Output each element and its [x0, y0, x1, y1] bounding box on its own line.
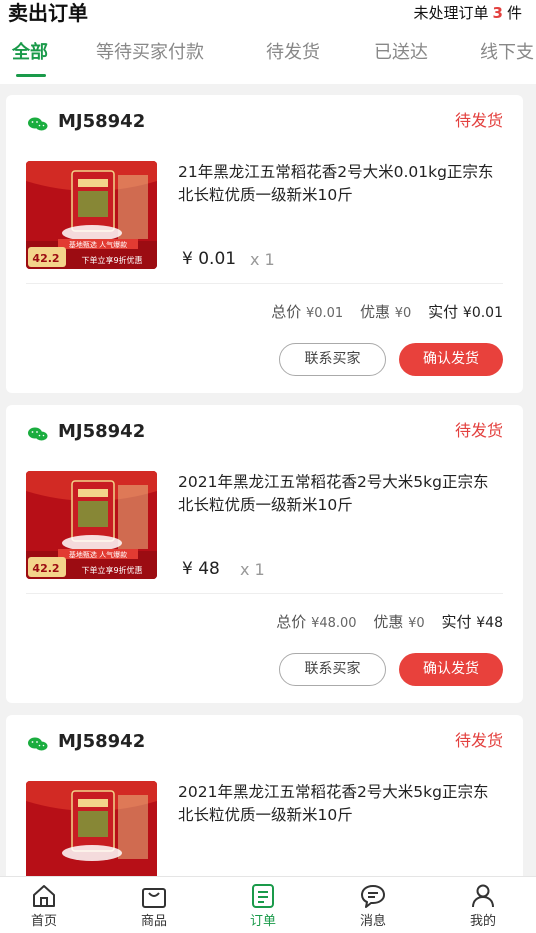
rice-product-image: [26, 781, 157, 889]
page-title: 卖出订单: [8, 1, 88, 25]
order-header: MJ58942 待发货: [6, 95, 523, 135]
order-icon: [252, 884, 274, 908]
wechat-icon: [28, 737, 48, 751]
order-status-tabs: 全部 等待买家付款 待发货 已送达 线下支: [0, 38, 536, 78]
pending-orders-summary: 未处理订单 3 件: [414, 2, 522, 24]
divider: [26, 593, 503, 594]
nav-orders-label: 订单: [249, 914, 276, 929]
order-totals: 总价 ¥0.01 优惠 ¥0 实付 ¥0.01: [271, 301, 503, 325]
discount-label: 优惠: [359, 303, 390, 321]
nav-orders[interactable]: 订单: [223, 877, 303, 933]
title-bar: 卖出订单 未处理订单 3 件: [0, 0, 536, 28]
nav-messages[interactable]: 消息: [333, 877, 413, 933]
nav-profile-label: 我的: [469, 914, 496, 929]
nav-products-label: 商品: [140, 914, 167, 929]
discount-label: 优惠: [373, 613, 404, 631]
product-name[interactable]: 21年黑龙江五常稻花香2号大米0.01kg正宗东北长粒优质一级新米10斤: [178, 161, 498, 207]
home-icon: [33, 885, 55, 907]
total-label: 总价: [271, 303, 302, 321]
thumb-promo-text: 下单立享9折优惠: [81, 565, 142, 575]
thumb-promo-text: 下单立享9折优惠: [81, 255, 142, 265]
pending-unit: 件: [506, 4, 522, 22]
rice-product-image: 基地甄选 人气爆款 42.2 下单立享9折优惠: [26, 161, 157, 269]
active-tab-indicator: [16, 74, 46, 77]
tab-awaiting-payment[interactable]: 等待买家付款: [96, 38, 204, 68]
product-name[interactable]: 2021年黑龙江五常稻花香2号大米5kg正宗东北长粒优质一级新米10斤: [178, 471, 498, 517]
pending-count: 3: [492, 4, 503, 22]
product-price: ¥ 0.01: [182, 249, 237, 269]
pending-label: 未处理订单: [413, 4, 489, 22]
order-status: 待发货: [454, 731, 503, 750]
contact-buyer-button[interactable]: 联系买家: [279, 653, 386, 686]
product-quantity: x 1: [250, 250, 275, 269]
product-quantity: x 1: [240, 560, 265, 579]
product-thumbnail[interactable]: [26, 781, 157, 889]
confirm-shipment-button[interactable]: 确认发货: [399, 653, 503, 686]
product-thumbnail[interactable]: 基地甄选 人气爆款 42.2 下单立享9折优惠: [26, 161, 157, 269]
paid-label: 实付: [428, 303, 459, 321]
nav-home[interactable]: 首页: [4, 877, 84, 933]
order-status: 待发货: [454, 421, 503, 440]
rice-product-image: 基地甄选 人气爆款 42.2 下单立享9折优惠: [26, 471, 157, 579]
thumb-price-tag: 42.2: [32, 562, 59, 575]
order-card[interactable]: MJ58942 待发货 基地甄选 人气爆款 42.2 下单立享9折优惠 2021…: [6, 405, 523, 703]
total-label: 总价: [276, 613, 307, 631]
order-status: 待发货: [454, 111, 503, 130]
tab-all[interactable]: 全部: [12, 38, 48, 68]
product-name[interactable]: 2021年黑龙江五常稻花香2号大米5kg正宗东北长粒优质一级新米10斤: [178, 781, 498, 827]
tab-to-ship[interactable]: 待发货: [266, 38, 320, 68]
profile-icon: [472, 884, 494, 908]
paid-value: ¥0.01: [462, 305, 503, 321]
discount-value: ¥0: [408, 616, 425, 631]
order-id: MJ58942: [58, 421, 146, 442]
nav-home-label: 首页: [30, 914, 57, 929]
wechat-icon: [28, 117, 48, 131]
order-totals: 总价 ¥48.00 优惠 ¥0 实付 ¥48: [276, 611, 503, 635]
nav-products[interactable]: 商品: [114, 877, 194, 933]
order-id: MJ58942: [58, 111, 146, 132]
divider: [26, 283, 503, 284]
paid-value: ¥48: [476, 615, 503, 631]
banner-text: 基地甄选 人气爆款: [69, 550, 127, 559]
order-header: MJ58942 待发货: [6, 715, 523, 755]
banner-text: 基地甄选 人气爆款: [69, 240, 127, 249]
contact-buyer-button[interactable]: 联系买家: [279, 343, 386, 376]
thumb-price-tag: 42.2: [32, 252, 59, 265]
discount-value: ¥0: [394, 306, 412, 321]
tab-delivered[interactable]: 已送达: [374, 38, 428, 68]
message-icon: [361, 885, 385, 908]
order-card[interactable]: MJ58942 待发货 基地甄选 人气爆款 42.2 下单立享9折优惠 21年黑…: [6, 95, 523, 393]
tab-offline[interactable]: 线下支: [480, 38, 534, 68]
paid-label: 实付: [441, 613, 472, 631]
order-header: MJ58942 待发货: [6, 405, 523, 445]
order-id: MJ58942: [58, 731, 146, 752]
product-thumbnail[interactable]: 基地甄选 人气爆款 42.2 下单立享9折优惠: [26, 471, 157, 579]
bottom-nav: 首页 商品 订单 消息 我的: [0, 876, 536, 933]
nav-messages-label: 消息: [359, 914, 386, 929]
nav-profile[interactable]: 我的: [443, 877, 523, 933]
product-price: ¥ 48: [182, 559, 220, 579]
wechat-icon: [28, 427, 48, 441]
confirm-shipment-button[interactable]: 确认发货: [399, 343, 503, 376]
bag-icon: [142, 888, 166, 908]
total-value: ¥0.01: [305, 306, 344, 321]
total-value: ¥48.00: [311, 616, 357, 631]
header: 卖出订单 未处理订单 3 件 全部 等待买家付款 待发货 已送达 线下支: [0, 0, 536, 84]
